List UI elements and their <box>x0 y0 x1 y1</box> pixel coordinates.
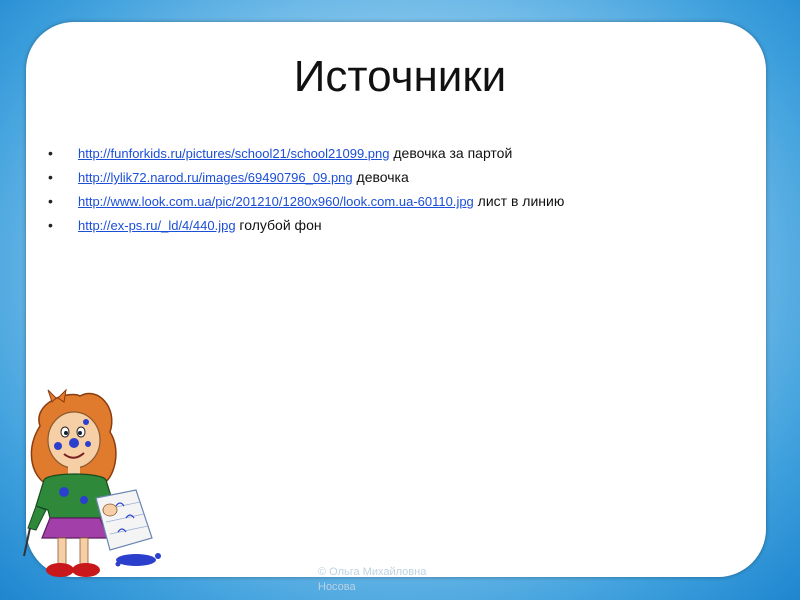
footer-line: Носова <box>318 581 356 593</box>
sources-list: • http://funforkids.ru/pictures/school21… <box>48 141 768 237</box>
copyright-footer: © Ольга Михайловна Носова <box>318 565 488 595</box>
source-link[interactable]: http://lylik72.narod.ru/images/69490796_… <box>78 170 353 185</box>
source-description: девочка за партой <box>389 145 513 161</box>
page-title: Источники <box>293 52 507 101</box>
list-item: • http://lylik72.narod.ru/images/6949079… <box>48 165 768 189</box>
list-item: • http://ex-ps.ru/_ld/4/440.jpg голубой … <box>48 213 768 237</box>
bullet-icon: • <box>48 193 53 209</box>
bullet-icon: • <box>48 145 53 161</box>
source-link[interactable]: http://www.look.com.ua/pic/201210/1280x9… <box>78 194 474 209</box>
source-description: голубой фон <box>235 217 322 233</box>
bullet-icon: • <box>48 169 53 185</box>
bullet-icon: • <box>48 217 53 233</box>
source-description: лист в линию <box>473 193 565 209</box>
list-item: • http://www.look.com.ua/pic/201210/1280… <box>48 189 768 213</box>
source-link[interactable]: http://ex-ps.ru/_ld/4/440.jpg <box>78 218 236 233</box>
girl-illustration <box>23 388 161 577</box>
footer-line: © Ольга Михайловна <box>318 566 427 578</box>
list-item: • http://funforkids.ru/pictures/school21… <box>48 141 768 165</box>
source-description: девочка <box>352 169 409 185</box>
source-link[interactable]: http://funforkids.ru/pictures/school21/s… <box>78 146 389 161</box>
